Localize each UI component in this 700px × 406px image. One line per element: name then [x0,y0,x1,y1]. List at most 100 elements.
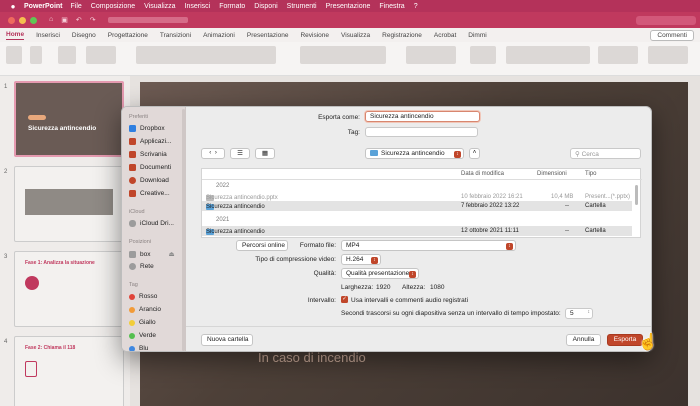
tab-revisione[interactable]: Revisione [300,32,329,39]
slide-thumbnail-1[interactable]: Sicurezza antincendio [14,81,124,157]
thumb-title: Fase 2: Chiama il 118 [25,345,76,351]
favorites-title: Preferiti [129,114,148,120]
sidebar-item-box[interactable]: box ⏏ [129,250,175,258]
browser-scrollbar[interactable] [635,185,638,205]
sidebar-tag-blue[interactable]: Blu [129,345,148,351]
export-as-input[interactable]: Sicurezza antincendio [365,111,480,122]
slide-thumbnail-2[interactable] [14,166,124,242]
app-menu[interactable]: PowerPoint [24,3,63,10]
tab-animazioni[interactable]: Animazioni [203,32,235,39]
menu-file[interactable]: File [71,3,82,10]
file-row-selected[interactable]: Sicurezza antincendio 7 febbraio 2022 13… [202,201,632,211]
tab-home[interactable]: Home [6,31,25,40]
redo-icon[interactable]: ↷ [90,16,96,24]
tab-progettazione[interactable]: Progettazione [108,32,148,39]
compression-popup[interactable]: H.264 ↕ [341,254,381,265]
new-slide-group[interactable] [58,46,76,68]
sidebar-item-applications[interactable]: Applicazi... [129,138,171,145]
sidebar-item-downloads[interactable]: Download [129,177,169,184]
apple-icon[interactable]: ● [8,2,18,11]
arrange-group[interactable] [506,46,590,68]
format-popup[interactable]: MP4 ↕ [341,240,516,251]
save-icon[interactable]: ▣ [61,16,68,24]
tab-visualizza[interactable]: Visualizza [341,32,370,39]
grid-view-button[interactable]: ▦ [255,148,275,159]
interval-checkbox[interactable]: ✓ [341,296,348,303]
thumb-number: 3 [4,254,8,260]
slide-thumbnail-4[interactable]: Fase 2: Chiama il 118 [14,336,124,406]
menu-formato[interactable]: Formato [219,3,245,10]
image-group[interactable] [470,46,496,68]
tab-transizioni[interactable]: Transizioni [160,32,191,39]
forward-icon[interactable]: › [215,150,217,156]
width-value: 1920 [376,284,391,291]
tab-registrazione[interactable]: Registrazione [382,32,422,39]
tab-acrobat[interactable]: Acrobat [434,32,456,39]
tab-dimmi[interactable]: Dimmi [468,32,486,39]
sidebar-item-creative[interactable]: Creative... [129,190,170,197]
tab-disegno[interactable]: Disegno [72,32,96,39]
file-row[interactable]: Sicurezza antincendio 12 ottobre 2021 11… [202,226,632,236]
home-icon[interactable]: ⌂ [49,16,53,24]
menu-composizione[interactable]: Composizione [91,3,135,10]
eject-icon[interactable]: ⏏ [168,250,174,258]
stepper-arrows-icon[interactable]: ↕ [588,309,591,315]
convert-group[interactable] [406,46,456,68]
sidebar-item-dropbox[interactable]: Dropbox [129,125,165,132]
back-icon[interactable]: ‹ [209,150,211,156]
clipboard-group[interactable] [30,46,42,68]
sidebar-item-network[interactable]: Rete [129,263,154,270]
menu-finestra[interactable]: Finestra [379,3,404,10]
paste-group[interactable] [6,46,22,68]
sidebar-tag-yellow[interactable]: Giallo [129,319,156,326]
menu-help[interactable]: ? [414,3,418,10]
font-group[interactable] [136,46,276,68]
sidebar-scrollbar[interactable] [182,109,185,351]
designer-group[interactable] [598,46,638,68]
list-view-button[interactable]: ☰ [230,148,250,159]
interval-label: Intervallo: [307,297,336,304]
close-window-button[interactable] [8,16,15,24]
menu-strumenti[interactable]: Strumenti [287,3,317,10]
column-size[interactable]: Dimensioni [537,171,567,177]
zoom-window-button[interactable] [30,16,37,24]
menu-disponi[interactable]: Disponi [254,3,277,10]
sidebar-item-icloud-drive[interactable]: iCloud Dri... [129,220,174,227]
icloud-title: iCloud [129,209,145,215]
layout-group[interactable] [86,46,116,68]
seconds-stepper[interactable]: 5 ↕ [565,308,593,319]
menu-inserisci[interactable]: Inserisci [185,3,211,10]
extra-group[interactable] [648,46,688,68]
tab-inserisci[interactable]: Inserisci [36,32,60,39]
thumb-number: 4 [4,339,8,345]
sidebar-tag-orange[interactable]: Arancio [129,306,161,313]
menu-presentazione[interactable]: Presentazione [326,3,371,10]
tag-dot-icon [129,345,135,351]
slide-thumbnail-3[interactable]: Fase 1: Analizza la situazione [14,251,124,327]
new-folder-button[interactable]: Nuova cartella [201,334,253,346]
location-popup[interactable]: Sicurezza antincendio ↕ [365,148,464,159]
sidebar-tag-red[interactable]: Rosso [129,293,157,300]
titlebar-search[interactable] [636,15,696,25]
comments-button[interactable]: Commenti [650,29,694,41]
tab-presentazione[interactable]: Presentazione [247,32,289,39]
sidebar-item-documents[interactable]: Documenti [129,164,171,171]
cancel-button[interactable]: Annulla [566,334,601,346]
sidebar-tag-green[interactable]: Verde [129,332,156,339]
grid-icon: ▦ [261,150,269,157]
column-date[interactable]: Data di modifica [461,171,504,177]
network-icon [129,263,136,270]
menu-visualizza[interactable]: Visualizza [144,3,175,10]
sidebar-item-desktop[interactable]: Scrivania [129,151,167,158]
minimize-window-button[interactable] [19,16,26,24]
search-input[interactable]: ⚲ Cerca [570,148,641,159]
thumb-title: Fase 1: Analizza la situazione [25,260,95,266]
nav-buttons[interactable]: ‹ › [201,148,225,159]
expand-button[interactable]: ˄ [469,148,480,159]
paragraph-group[interactable] [300,46,386,68]
tag-input[interactable] [365,127,478,137]
column-type[interactable]: Tipo [585,171,596,177]
quality-popup[interactable]: Qualità presentazione ↕ [341,268,419,279]
undo-icon[interactable]: ↶ [76,16,82,24]
online-locations-button[interactable]: Percorsi online [236,240,288,251]
